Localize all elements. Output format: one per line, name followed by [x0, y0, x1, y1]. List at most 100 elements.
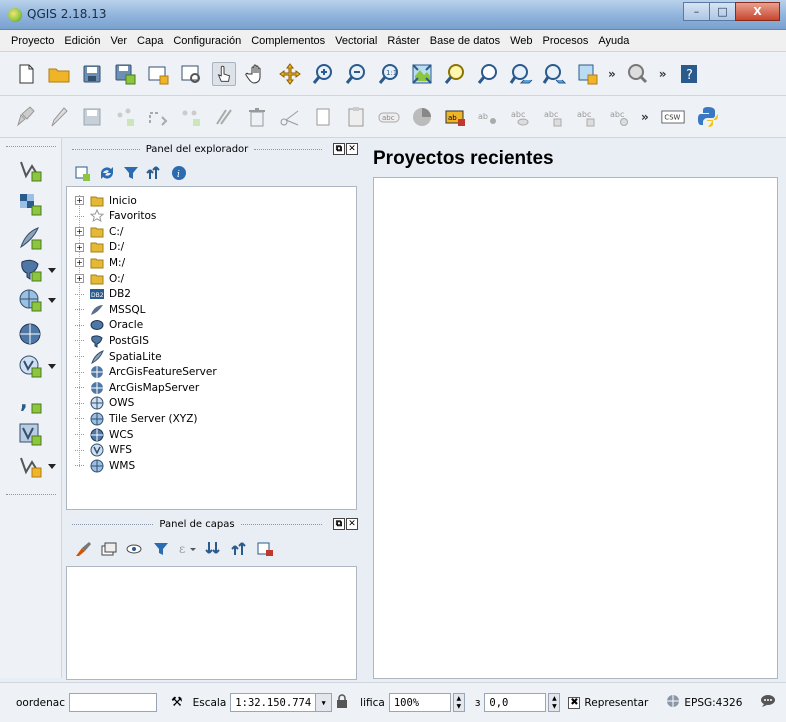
new-shapefile-layer-icon[interactable]: [18, 454, 42, 478]
help-icon[interactable]: ?: [677, 62, 701, 86]
tree-item-o[interactable]: + O:/: [67, 271, 124, 286]
filter-expression-icon[interactable]: ε: [178, 540, 196, 558]
tree-item-postgis[interactable]: PostGIS: [67, 333, 149, 348]
new-bookmark-icon[interactable]: [575, 62, 599, 86]
save-project-icon[interactable]: [80, 62, 104, 86]
tree-item-spatialite[interactable]: SpatiaLite: [67, 349, 162, 364]
lock-scale-icon[interactable]: [336, 694, 348, 711]
expand-all-icon[interactable]: [204, 540, 222, 558]
copy-features-icon[interactable]: [311, 105, 335, 129]
add-delimited-text-icon[interactable]: ,: [18, 389, 42, 414]
menu-ver[interactable]: Ver: [106, 35, 133, 47]
rotation-field[interactable]: 0,0: [484, 693, 547, 712]
collapse-all-layers-icon[interactable]: [230, 540, 248, 558]
recent-projects-list[interactable]: [373, 177, 778, 679]
toggle-editing-icon[interactable]: [47, 105, 71, 129]
tree-item-m[interactable]: + M:/: [67, 255, 125, 270]
zoom-out-icon[interactable]: [344, 62, 368, 86]
highlight-pinned-labels-icon[interactable]: ab: [443, 105, 467, 129]
toolbar-overflow-button[interactable]: »: [608, 67, 616, 81]
messages-icon[interactable]: [760, 694, 776, 711]
add-wcs-layer-icon[interactable]: [18, 322, 42, 346]
add-wfs-layer-icon[interactable]: [18, 354, 42, 378]
pan-icon[interactable]: [245, 62, 269, 86]
zoom-full-icon[interactable]: [410, 62, 434, 86]
extents-toggle-icon[interactable]: ⚒: [171, 695, 183, 710]
identify-icon[interactable]: [626, 62, 650, 86]
new-print-composer-icon[interactable]: [146, 62, 170, 86]
new-project-icon[interactable]: [14, 62, 38, 86]
menu-vectorial[interactable]: Vectorial: [330, 35, 382, 47]
add-selected-layers-icon[interactable]: [74, 164, 92, 182]
zoom-to-selection-icon[interactable]: [443, 62, 467, 86]
tree-item-inicio[interactable]: + Inicio: [67, 193, 137, 208]
zoom-last-icon[interactable]: [509, 62, 533, 86]
add-wms-layer-icon[interactable]: [18, 288, 42, 312]
maximize-button[interactable]: □: [709, 2, 736, 21]
menu-proyecto[interactable]: Proyecto: [6, 35, 59, 47]
crs-globe-icon[interactable]: [666, 694, 680, 711]
menu-web[interactable]: Web: [505, 35, 537, 47]
toolbar-grip-bottom[interactable]: [6, 494, 56, 495]
render-checkbox[interactable]: ✖: [568, 696, 581, 709]
add-vector-layer-icon[interactable]: [18, 158, 42, 182]
scale-combobox[interactable]: 1:32.150.774 ▾: [230, 693, 333, 712]
expand-toggle-icon[interactable]: +: [75, 196, 84, 205]
close-panel-button[interactable]: ✕: [346, 143, 359, 155]
pin-label-icon[interactable]: ab: [476, 105, 500, 129]
expand-toggle-icon[interactable]: +: [75, 227, 84, 237]
move-feature-icon[interactable]: [146, 105, 170, 129]
manage-visibility-icon[interactable]: [126, 540, 144, 558]
toolbar-overflow-button-2[interactable]: »: [659, 67, 667, 81]
move-label-icon[interactable]: abc: [542, 105, 566, 129]
trash-icon[interactable]: [245, 105, 269, 129]
python-icon[interactable]: [696, 105, 720, 129]
menu-procesos[interactable]: Procesos: [538, 35, 594, 47]
add-feature-icon[interactable]: [113, 105, 137, 129]
delete-selected-icon[interactable]: [212, 105, 236, 129]
add-virtual-layer-icon[interactable]: [18, 422, 42, 446]
zoom-in-icon[interactable]: [311, 62, 335, 86]
tree-item-arcgismapserver[interactable]: ArcGisMapServer: [67, 380, 199, 395]
menu-complementos[interactable]: Complementos: [246, 35, 330, 47]
tree-item-mssql[interactable]: MSSQL: [67, 302, 146, 317]
collapse-all-icon[interactable]: [146, 164, 164, 182]
coordinate-field[interactable]: [68, 693, 157, 712]
menu-ayuda[interactable]: Ayuda: [593, 35, 634, 47]
tree-item-arcgisfeatureserver[interactable]: ArcGisFeatureServer: [67, 365, 217, 380]
filter-legend-icon[interactable]: [152, 540, 170, 558]
menu-capa[interactable]: Capa: [132, 35, 168, 47]
paste-features-icon[interactable]: [344, 105, 368, 129]
add-group-icon[interactable]: [100, 540, 118, 558]
expand-toggle-icon[interactable]: +: [75, 258, 84, 268]
rotate-label-icon[interactable]: abc: [575, 105, 599, 129]
tree-item-c[interactable]: + C:/: [67, 224, 123, 239]
filter-icon[interactable]: [122, 164, 140, 182]
cut-features-icon[interactable]: [278, 105, 302, 129]
add-postgis-layer-icon[interactable]: [18, 258, 42, 282]
node-tool-icon[interactable]: [179, 105, 203, 129]
tree-item-d[interactable]: + D:/: [67, 240, 124, 255]
touch-zoom-icon[interactable]: [212, 61, 236, 86]
scale-dropdown-arrow[interactable]: ▾: [315, 694, 332, 711]
new-layer-dropdown-arrow[interactable]: [48, 464, 56, 469]
toolbar-grip[interactable]: [6, 146, 56, 147]
tree-item-favoritos[interactable]: Favoritos: [67, 209, 156, 224]
save-as-icon[interactable]: [113, 62, 137, 86]
edit-toolbar-overflow-button[interactable]: »: [641, 110, 649, 124]
open-layer-styling-icon[interactable]: [74, 540, 92, 558]
tree-item-oracle[interactable]: Oracle: [67, 318, 143, 333]
label-toolbar-icon[interactable]: abc: [377, 105, 401, 129]
close-button[interactable]: X: [735, 2, 780, 21]
minimize-button[interactable]: –: [683, 2, 710, 21]
float-layers-panel-button[interactable]: ⧉: [333, 518, 345, 530]
tree-item-tile-server-xyz[interactable]: Tile Server (XYZ): [67, 411, 198, 426]
add-spatialite-layer-icon[interactable]: [18, 226, 42, 250]
menu-configuracion[interactable]: Configuración: [168, 35, 246, 47]
composer-manager-icon[interactable]: [179, 62, 203, 86]
change-label-icon[interactable]: abc: [608, 105, 632, 129]
info-icon[interactable]: i: [170, 164, 188, 182]
save-edits-icon[interactable]: [80, 105, 104, 129]
expand-toggle-icon[interactable]: +: [75, 274, 84, 283]
postgis-dropdown-arrow[interactable]: [48, 268, 56, 273]
